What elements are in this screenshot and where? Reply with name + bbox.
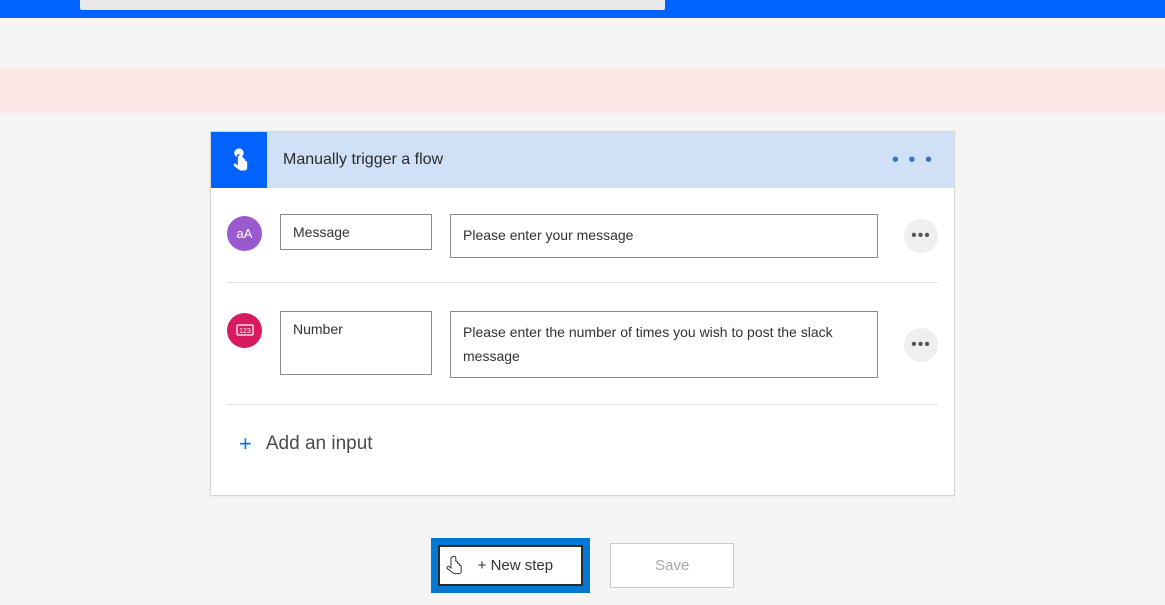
input-row: aA Message Please enter your message ••• [227,202,938,270]
trigger-title[interactable]: Manually trigger a flow [283,151,888,169]
add-input-button[interactable]: + Add an input [227,405,938,487]
error-banner [0,68,1165,113]
pointer-cursor-icon [444,555,464,577]
trigger-icon-block [211,132,267,188]
svg-text:123: 123 [239,328,251,335]
input-description-field[interactable]: Please enter your message [450,214,878,258]
input-name-field[interactable]: Number [280,311,432,375]
touch-icon [225,146,253,174]
row-more-icon[interactable]: ••• [904,219,938,253]
number-glyph-icon: 123 [236,324,254,336]
add-input-label: Add an input [266,433,373,455]
footer-actions: + New step Save [0,538,1165,593]
input-name-field[interactable]: Message [280,214,432,250]
search-bar-remnant[interactable] [80,0,665,10]
trigger-card: Manually trigger a flow • • • aA Message… [210,131,955,496]
save-button[interactable]: Save [610,543,734,588]
top-blue-bar [0,0,1165,18]
trigger-card-header[interactable]: Manually trigger a flow • • • [211,132,954,188]
plus-icon: + [239,431,252,457]
more-icon[interactable]: • • • [888,145,938,176]
new-step-highlight: + New step [431,538,590,593]
trigger-card-body: aA Message Please enter your message •••… [211,188,954,495]
number-type-icon[interactable]: 123 [227,313,262,348]
input-row: 123 Number Please enter the number of ti… [227,282,938,391]
row-more-icon[interactable]: ••• [904,328,938,362]
text-type-icon[interactable]: aA [227,216,262,251]
input-description-field[interactable]: Please enter the number of times you wis… [450,311,878,379]
